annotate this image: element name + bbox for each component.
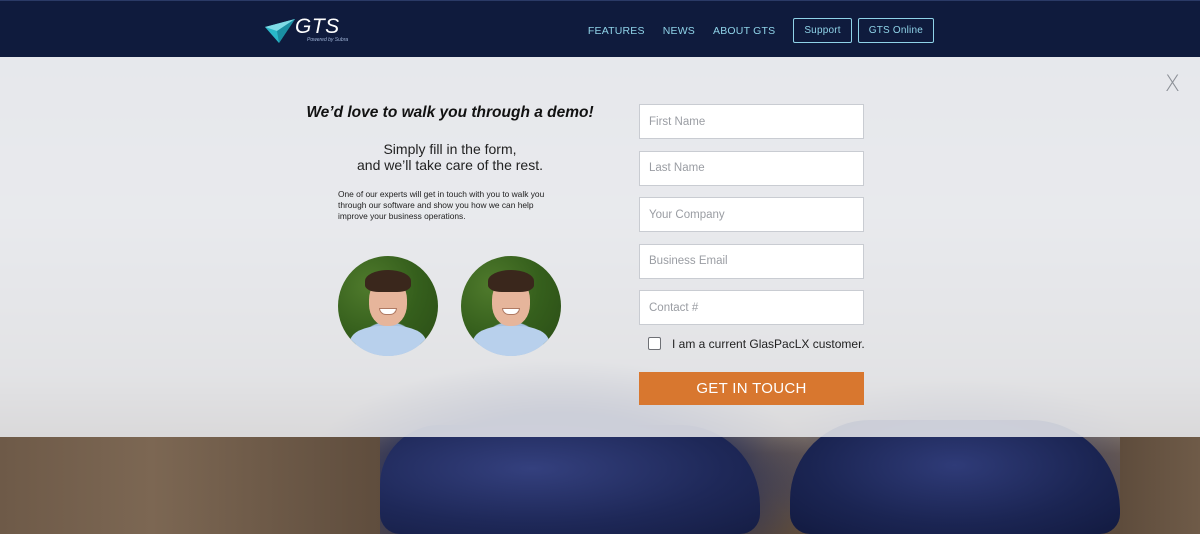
modal-intro: We’d love to walk you through a demo! Si… — [300, 100, 600, 222]
background-glove-right — [790, 420, 1120, 534]
gts-online-button[interactable]: GTS Online — [857, 18, 934, 43]
main-nav: FEATURES NEWS ABOUT GTS Support GTS Onli… — [588, 18, 934, 43]
business-email-field[interactable] — [639, 243, 864, 279]
logo[interactable]: GTS Powered by Subra — [265, 15, 349, 45]
expert-avatar — [461, 256, 561, 356]
background-glove-left — [380, 425, 760, 534]
demo-request-modal — [0, 57, 1200, 437]
get-in-touch-button[interactable]: GET IN TOUCH — [639, 371, 864, 405]
customer-checkbox[interactable] — [648, 337, 661, 351]
modal-subheading: Simply fill in the form, and we’ll take … — [300, 141, 600, 173]
support-button[interactable]: Support — [793, 18, 852, 43]
company-field[interactable] — [639, 197, 864, 233]
logo-tagline: Powered by Subra — [307, 37, 349, 43]
subheading-line-1: Simply fill in the form, — [383, 141, 517, 157]
demo-request-form: I am a current GlasPacLX customer. GET I… — [639, 104, 865, 405]
paper-plane-logo-icon — [265, 19, 295, 43]
customer-checkbox-row: I am a current GlasPacLX customer. — [648, 337, 865, 351]
first-name-field[interactable] — [639, 104, 864, 139]
customer-checkbox-label[interactable]: I am a current GlasPacLX customer. — [672, 337, 865, 351]
modal-description: One of our experts will get in touch wit… — [338, 189, 545, 221]
nav-about-gts[interactable]: ABOUT GTS — [713, 25, 775, 37]
contact-number-field[interactable] — [639, 290, 864, 326]
background-wood-right — [1120, 437, 1200, 534]
expert-avatar — [338, 256, 438, 356]
nav-news[interactable]: NEWS — [663, 25, 695, 37]
subheading-line-2: and we’ll take care of the rest. — [357, 157, 543, 173]
last-name-field[interactable] — [639, 150, 864, 186]
background-wood — [0, 437, 380, 534]
logo-text: GTS — [295, 15, 340, 38]
site-header: GTS Powered by Subra FEATURES NEWS ABOUT… — [0, 0, 1200, 57]
close-icon[interactable]: X — [1165, 72, 1180, 97]
nav-features[interactable]: FEATURES — [588, 25, 645, 37]
modal-headline: We’d love to walk you through a demo! — [306, 104, 594, 121]
